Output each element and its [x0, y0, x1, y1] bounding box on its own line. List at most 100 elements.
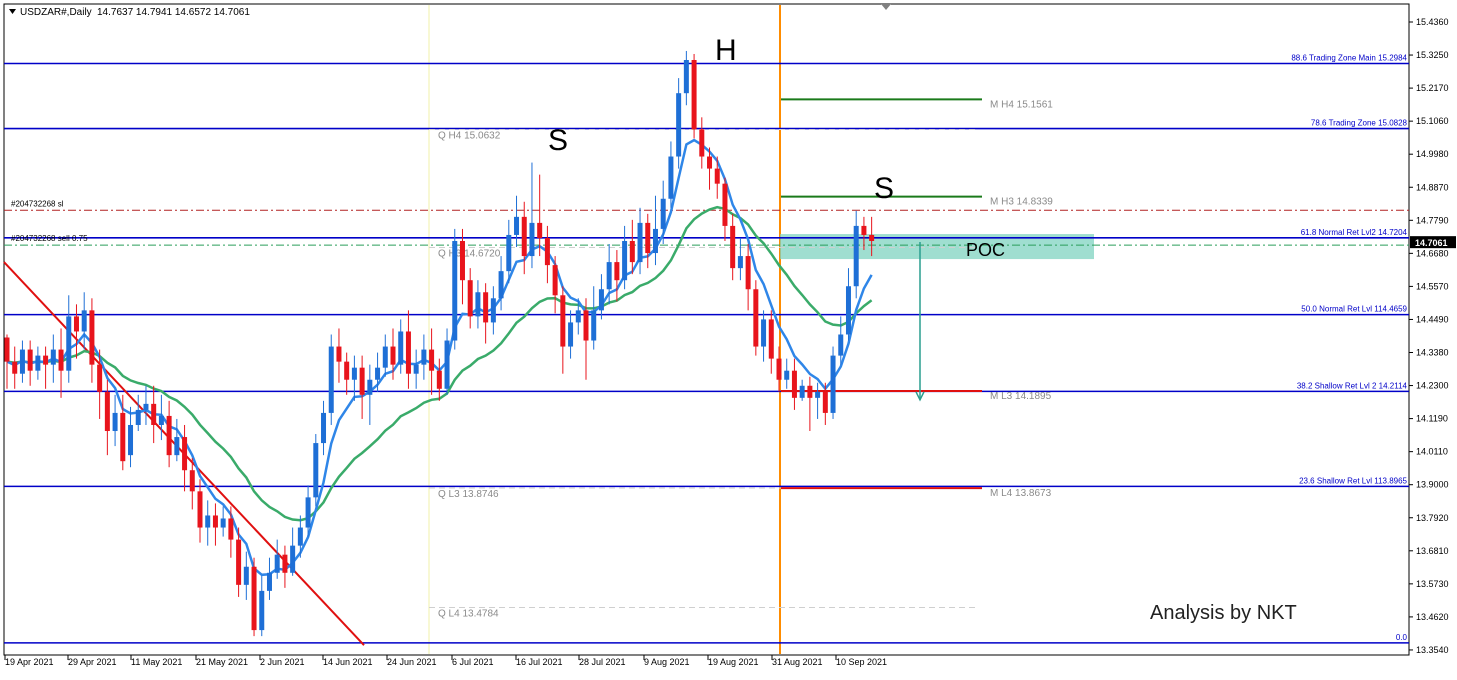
candle-body: [799, 385, 805, 398]
candle-body: [236, 539, 242, 585]
candle-body: [4, 337, 10, 362]
fib-level-label: 0.0: [1396, 633, 1408, 642]
pattern-label-left-shoulder: S: [548, 124, 568, 157]
y-axis-tick-label: 15.3250: [1416, 50, 1449, 60]
candle-body: [205, 515, 211, 528]
x-axis-tick-label: 19 Aug 2021: [708, 657, 759, 667]
x-axis-tick-label: 31 Aug 2021: [772, 657, 823, 667]
y-axis-tick-label: 15.4360: [1416, 17, 1449, 27]
y-axis-tick-label: 14.8870: [1416, 182, 1449, 192]
candle-body: [128, 424, 134, 456]
candle-body: [151, 403, 157, 425]
candle-body: [614, 262, 620, 281]
candle-body: [506, 234, 512, 272]
candle-body: [568, 322, 574, 347]
candle-body: [467, 280, 473, 317]
mt4-chart-window[interactable]: 88.6 Trading Zone Main 15.2984 78.6 Tradi…: [0, 0, 1457, 675]
candle-body: [444, 340, 450, 389]
candle-body: [351, 367, 357, 380]
bearish-candle: [251, 557, 257, 637]
x-axis-tick-label: 28 Jul 2021: [579, 657, 626, 667]
fib-level-label: 78.6 Trading Zone 15.0828: [1311, 119, 1408, 128]
x-axis-tick-label: 24 Jun 2021: [387, 657, 437, 667]
quarterly-pivot-label: Q L3 13.8746: [438, 489, 499, 500]
chart-title: USDZAR#,Daily: [20, 7, 92, 18]
monthly-pivot-label: M L4 13.8673: [990, 488, 1052, 499]
candle-body: [514, 216, 520, 235]
candle-body: [784, 370, 790, 380]
candle-body: [537, 222, 543, 238]
x-axis-tick-label: 16 Jul 2021: [516, 657, 563, 667]
x-axis-tick-label: 10 Sep 2021: [836, 657, 887, 667]
candle-body: [81, 310, 87, 332]
y-axis-tick-label: 14.6680: [1416, 248, 1449, 258]
candle-body: [50, 349, 56, 365]
candle-body: [375, 367, 381, 380]
candle-body: [761, 319, 767, 347]
current-price-label: 14.7061: [1415, 238, 1448, 248]
candle-body: [405, 331, 411, 374]
bullish-candle: [830, 346, 836, 419]
candle-body: [606, 262, 612, 290]
candle-body: [274, 554, 280, 573]
candle-body: [645, 222, 651, 254]
candle-body: [112, 412, 118, 432]
candle-body: [452, 240, 458, 341]
candle-body: [305, 497, 311, 528]
candle-body: [822, 391, 828, 413]
candle-body: [259, 590, 265, 631]
candle-body: [120, 412, 126, 462]
ohlc-readout: 14.7637 14.7941 14.6572 14.7061: [97, 7, 250, 18]
candle-body: [367, 379, 373, 395]
candle-body: [251, 566, 257, 631]
candle-body: [228, 518, 234, 540]
candle-body: [135, 409, 141, 425]
order-label: #204732268 sell 0.75: [11, 234, 88, 243]
y-axis-tick-label: 13.4620: [1416, 612, 1449, 622]
order-label: #204732268 sl: [11, 199, 64, 208]
candle-body: [845, 286, 851, 335]
candle-body: [737, 256, 743, 269]
candle-body: [35, 355, 41, 371]
x-axis-tick-label: 21 May 2021: [196, 657, 248, 667]
x-axis-tick-label: 14 Jun 2021: [323, 657, 373, 667]
candle-body: [297, 527, 303, 546]
candle-body: [429, 349, 435, 371]
candle-body: [43, 355, 49, 365]
candle-body: [552, 265, 558, 296]
candle-body: [490, 298, 496, 323]
candle-body: [583, 310, 589, 341]
candle-body: [390, 346, 396, 365]
candle-body: [521, 216, 527, 257]
bullish-candle: [328, 334, 334, 425]
candle-body: [266, 572, 272, 591]
candle-body: [421, 349, 427, 365]
candle-body: [776, 358, 782, 380]
candle-body: [182, 437, 188, 471]
quarterly-pivot-label: Q H3 14.6720: [438, 248, 501, 259]
y-axis-tick-label: 14.3380: [1416, 348, 1449, 358]
candle-body: [529, 222, 535, 257]
candle-body: [321, 412, 327, 444]
candle-body: [652, 228, 658, 254]
candle-body: [143, 403, 149, 410]
y-axis-tick-label: 14.7790: [1416, 215, 1449, 225]
y-axis-tick-label: 13.6810: [1416, 546, 1449, 556]
poc-label: POC: [966, 240, 1005, 260]
x-axis-tick-label: 9 Aug 2021: [644, 657, 690, 667]
candle-body: [212, 515, 218, 528]
pattern-label-head: H: [715, 34, 737, 67]
candle-body: [97, 364, 103, 392]
candle-body: [838, 334, 844, 356]
candle-body: [637, 222, 643, 263]
bearish-candle: [691, 53, 697, 139]
candle-body: [475, 292, 481, 317]
price-chart[interactable]: 88.6 Trading Zone Main 15.2984 78.6 Tradi…: [0, 0, 1457, 675]
candle-body: [853, 225, 859, 287]
candle-body: [12, 361, 18, 374]
candle-body: [197, 491, 203, 528]
x-axis-tick-label: 11 May 2021: [131, 657, 182, 667]
candle-body: [382, 346, 388, 368]
candle-body: [313, 443, 319, 498]
candle-body: [598, 289, 604, 311]
